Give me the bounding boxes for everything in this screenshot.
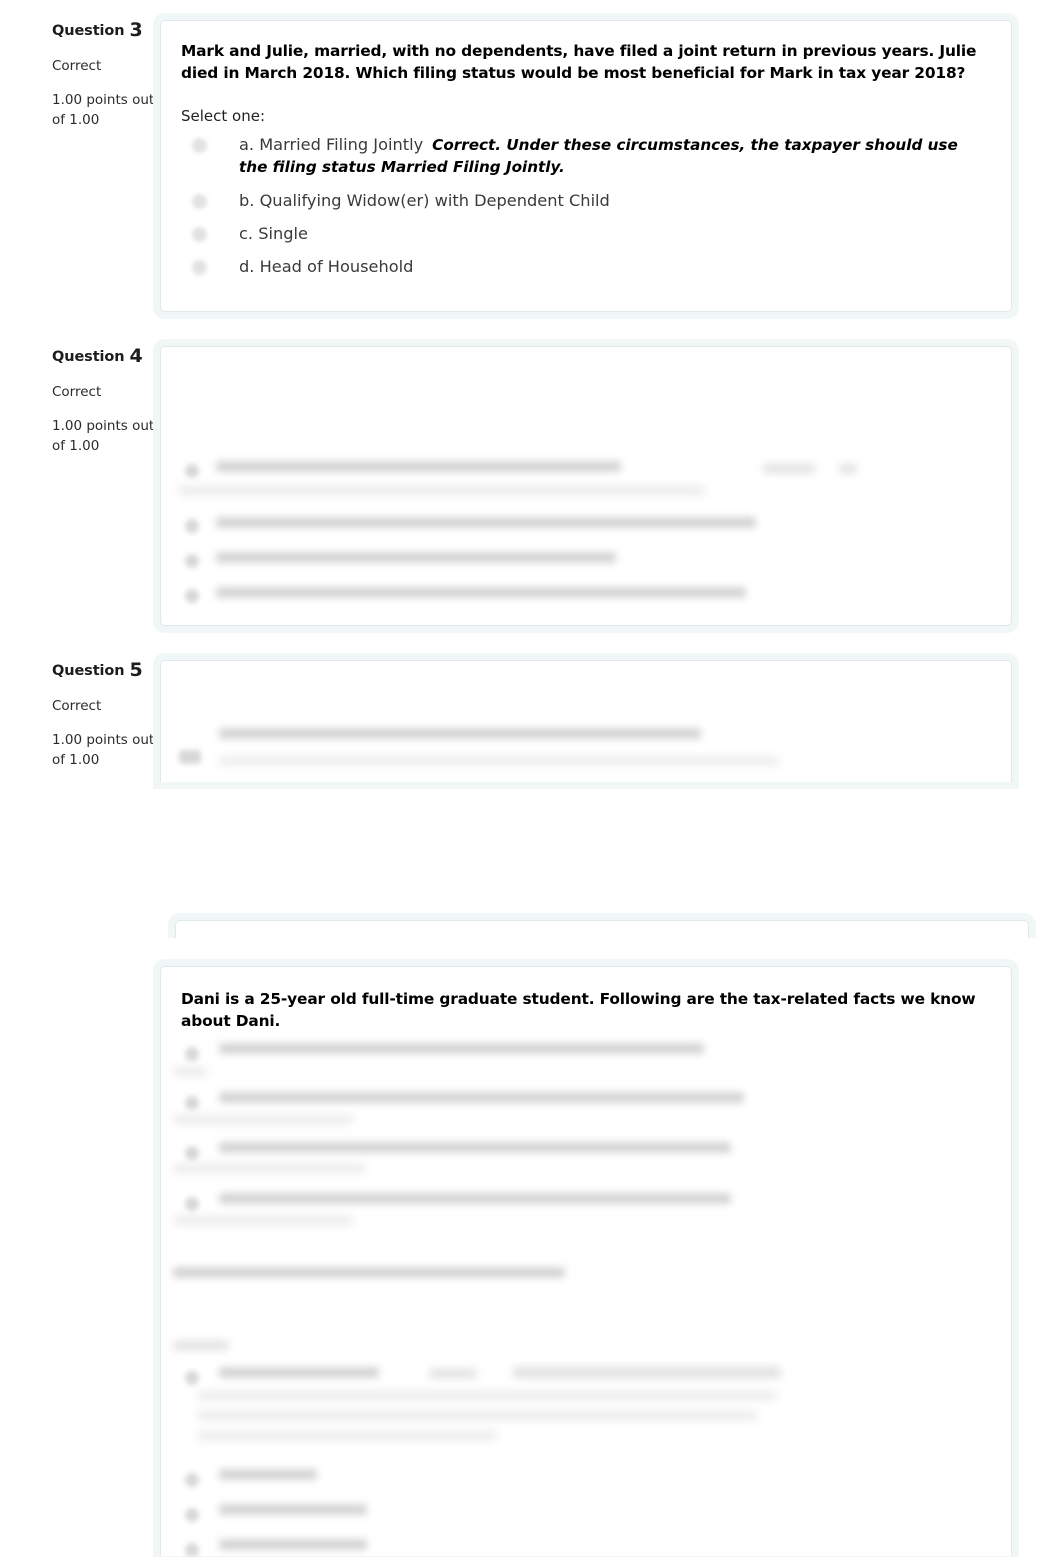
obscured-text [219,1539,367,1550]
radio-button-icon[interactable] [192,226,207,242]
question-meta-4: Question 4 Correct 1.00 points out of 1.… [30,346,160,458]
question-block-4: Question 4 Correct 1.00 points out of 1.… [30,346,1012,626]
question-stem-3: Mark and Julie, married, with no depende… [181,42,977,82]
question-block-3: Question 3 Correct 1.00 points out of 1.… [30,20,1012,313]
question-status-3: Correct [52,57,102,74]
question-card-dani: Dani is a 25-year old full-time graduate… [160,966,1012,1557]
obscured-text [197,1431,497,1440]
question-status-4: Correct [52,383,102,400]
answer-option-b[interactable]: b. Qualifying Widow(er) with Dependent C… [181,190,987,212]
obscured-text [216,461,621,472]
question-number-3: Question 3 [52,20,160,41]
question-card-4 [160,346,1012,626]
partial-card-top-edge [175,920,1029,939]
answer-text-c: c. Single [239,223,308,243]
obscured-text [216,552,616,563]
obscured-text [173,1216,353,1225]
question-block-dani: Dani is a 25-year old full-time graduate… [30,966,1012,1557]
obscured-text [219,757,779,765]
radio-button-icon[interactable] [185,1473,199,1487]
answer-text-b: b. Qualifying Widow(er) with Dependent C… [239,190,610,210]
answer-text-a: a. Married Filing Jointly [239,135,424,155]
radio-button-icon[interactable] [185,1508,199,1522]
question-card-3: Mark and Julie, married, with no depende… [160,20,1012,313]
obscured-text [219,1367,379,1378]
question-number-4: Question 4 [52,346,160,367]
question-number-value: 4 [129,345,143,367]
obscured-text [216,587,746,598]
radio-button-icon[interactable] [192,260,207,275]
radio-button-icon[interactable] [185,1543,199,1557]
obscured-text [173,1067,207,1076]
obscured-text [763,464,815,473]
obscured-text [178,486,705,495]
obscured-text [219,1142,731,1153]
answer-option-a[interactable]: a. Married Filing Jointly Correct. Under … [181,134,987,178]
question-grade-3: 1.00 points out of 1.00 [52,92,155,129]
radio-button-icon[interactable] [185,589,199,603]
page-break-mask [160,938,1050,968]
obscured-text [173,1341,229,1350]
radio-button-icon[interactable] [185,464,199,478]
obscured-text [513,1367,781,1378]
radio-button-icon[interactable] [192,193,207,209]
question-label: Question [52,663,125,679]
radio-button-icon[interactable] [185,554,199,568]
radio-button-icon[interactable] [192,138,207,154]
question-stem-dani: Dani is a 25-year old full-time graduate… [181,990,976,1030]
obscured-text [219,1469,317,1480]
obscured-text [219,728,701,739]
obscured-text [173,1267,565,1278]
radio-button-icon[interactable] [185,519,199,533]
obscured-text [216,517,756,528]
obscured-text [429,1369,477,1378]
question-number-value: 3 [129,19,143,41]
answer-list-3: a. Married Filing Jointly Correct. Under … [181,134,987,278]
answer-option-c[interactable]: c. Single [181,223,987,245]
obscured-text [197,1391,777,1400]
obscured-text [173,1164,365,1173]
question-number-5: Question 5 [52,660,160,681]
question-status-5: Correct [52,697,102,714]
question-card-5 [160,660,1012,782]
question-meta-3: Question 3 Correct 1.00 points out of 1.… [30,20,160,132]
question-number-value: 5 [129,659,143,681]
obscured-text [219,1043,704,1054]
obscured-text [839,464,857,473]
obscured-text [173,1115,353,1124]
bullet-icon [185,1047,199,1061]
bullet-icon [185,1096,199,1110]
question-block-5: Question 5 Correct 1.00 points out of 1.… [30,660,1012,782]
question-meta-5: Question 5 Correct 1.00 points out of 1.… [30,660,160,772]
obscured-text [219,1092,744,1103]
select-one-label-3: Select one: [181,106,266,125]
question-grade-5: 1.00 points out of 1.00 [52,732,155,769]
bullet-icon [185,1197,199,1211]
question-label: Question [52,23,125,39]
answer-text-d: d. Head of Household [239,257,414,276]
question-label: Question [52,349,125,365]
obscured-text [179,750,201,764]
question-meta-dani [30,966,160,1086]
obscured-text [219,1504,367,1515]
obscured-text [219,1193,731,1204]
radio-button-icon[interactable] [185,1371,199,1385]
answer-option-d[interactable]: d. Head of Household [181,256,987,278]
bullet-icon [185,1146,199,1160]
question-grade-4: 1.00 points out of 1.00 [52,418,155,455]
obscured-text [197,1411,757,1420]
